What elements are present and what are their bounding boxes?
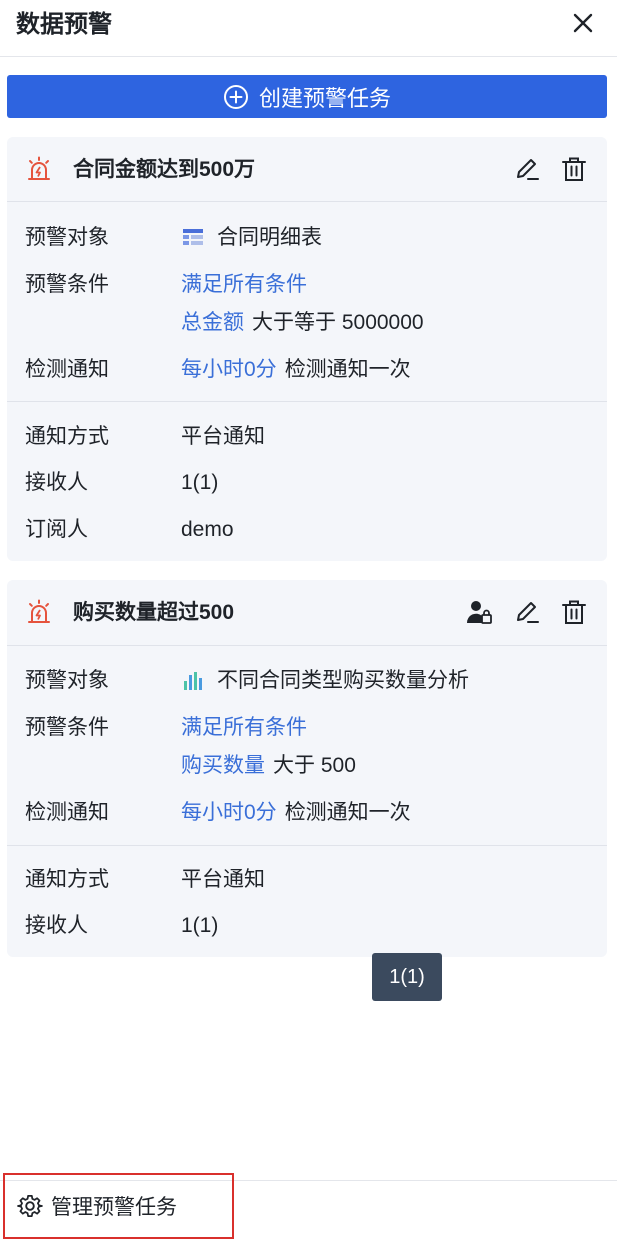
notify-method-value: 平台通知 [181,425,265,448]
user-lock-icon[interactable] [465,598,493,626]
edit-icon[interactable] [513,155,541,183]
manage-alert-tasks-button[interactable]: 管理预警任务 [3,1173,234,1239]
receiver-tooltip: 1(1) [372,953,442,1001]
edit-icon[interactable] [513,598,541,626]
alert-object-label: 预警对象 [25,226,109,249]
alert-schedule-row: 检测通知 每小时0分 检测通知一次 [25,798,605,828]
receiver-label: 接收人 [25,914,88,937]
receiver-value[interactable]: 1(1) [181,911,218,941]
alarm-light-icon [28,156,50,180]
schedule-text: 检测通知一次 [284,801,411,824]
schedule-time-link[interactable]: 每小时0分 [181,798,277,828]
subscriber-value: demo [181,518,234,541]
panel-title: 数据预警 [16,11,112,38]
alert-card: 购买数量超过500 预警对象 不同合同类型购买数量分析 预警条件 满足所有条件 … [7,580,607,957]
condition-mode-link[interactable]: 满足所有条件 [181,270,307,300]
alert-object-label: 预警对象 [25,669,109,692]
receiver-row: 接收人 1(1) [25,911,605,941]
notify-method-value: 平台通知 [181,868,265,891]
alert-object-row: 预警对象 合同明细表 [25,223,605,253]
receiver-label: 接收人 [25,471,88,494]
card-divider [7,401,607,402]
alert-schedule-row: 检测通知 每小时0分 检测通知一次 [25,355,605,385]
alert-card: 合同金额达到500万 预警对象 合同明细表 预警条件 满足所有条件 总金额 大于 [7,137,607,561]
plus-circle-icon [223,84,248,109]
receiver-value[interactable]: 1(1) [181,468,218,498]
alert-schedule-label: 检测通知 [25,801,109,824]
alert-object-row: 预警对象 不同合同类型购买数量分析 [25,666,605,696]
panel-header: 数据预警 [0,0,617,57]
alert-condition-row: 预警条件 满足所有条件 [25,713,605,743]
alert-card-header: 购买数量超过500 [7,580,607,646]
alarm-light-icon [28,599,50,623]
schedule-text: 检测通知一次 [284,358,411,381]
alert-condition-label: 预警条件 [25,273,109,296]
alert-condition-detail-row: 总金额 大于等于 5000000 [25,308,605,338]
notify-method-row: 通知方式 平台通知 [25,865,605,895]
condition-rule-text: 大于等于 5000000 [252,311,424,334]
schedule-time-link[interactable]: 每小时0分 [181,355,277,385]
bar-chart-icon [184,672,202,690]
table-icon [183,229,203,245]
alert-condition-row: 预警条件 满足所有条件 [25,270,605,300]
create-alert-task-label: 创建预警任务 [258,85,391,111]
condition-mode-link[interactable]: 满足所有条件 [181,713,307,743]
alert-condition-detail-row: 购买数量 大于 500 [25,751,605,781]
receiver-row: 接收人 1(1) [25,468,605,498]
notify-method-label: 通知方式 [25,425,109,448]
alert-object-value[interactable]: 合同明细表 [217,223,322,253]
alert-card-title: 购买数量超过500 [73,601,235,624]
manage-alert-tasks-label: 管理预警任务 [51,1196,177,1219]
alert-condition-label: 预警条件 [25,716,109,739]
condition-field-link[interactable]: 总金额 [181,308,244,338]
gear-icon [17,1194,43,1217]
notify-method-row: 通知方式 平台通知 [25,422,605,452]
subscriber-row: 订阅人 demo [25,515,605,545]
condition-field-link[interactable]: 购买数量 [181,751,265,781]
condition-rule-text: 大于 500 [273,754,356,777]
notify-method-label: 通知方式 [25,868,109,891]
create-alert-task-button[interactable]: 创建预警任务 [7,75,607,118]
alert-object-value[interactable]: 不同合同类型购买数量分析 [217,666,469,696]
subscriber-label: 订阅人 [25,518,88,541]
trash-icon[interactable] [560,598,588,626]
trash-icon[interactable] [560,155,588,183]
card-divider [7,845,607,846]
close-icon[interactable] [570,10,596,36]
alert-card-title: 合同金额达到500万 [73,158,256,181]
alert-card-header: 合同金额达到500万 [7,137,607,202]
alert-schedule-label: 检测通知 [25,358,109,381]
